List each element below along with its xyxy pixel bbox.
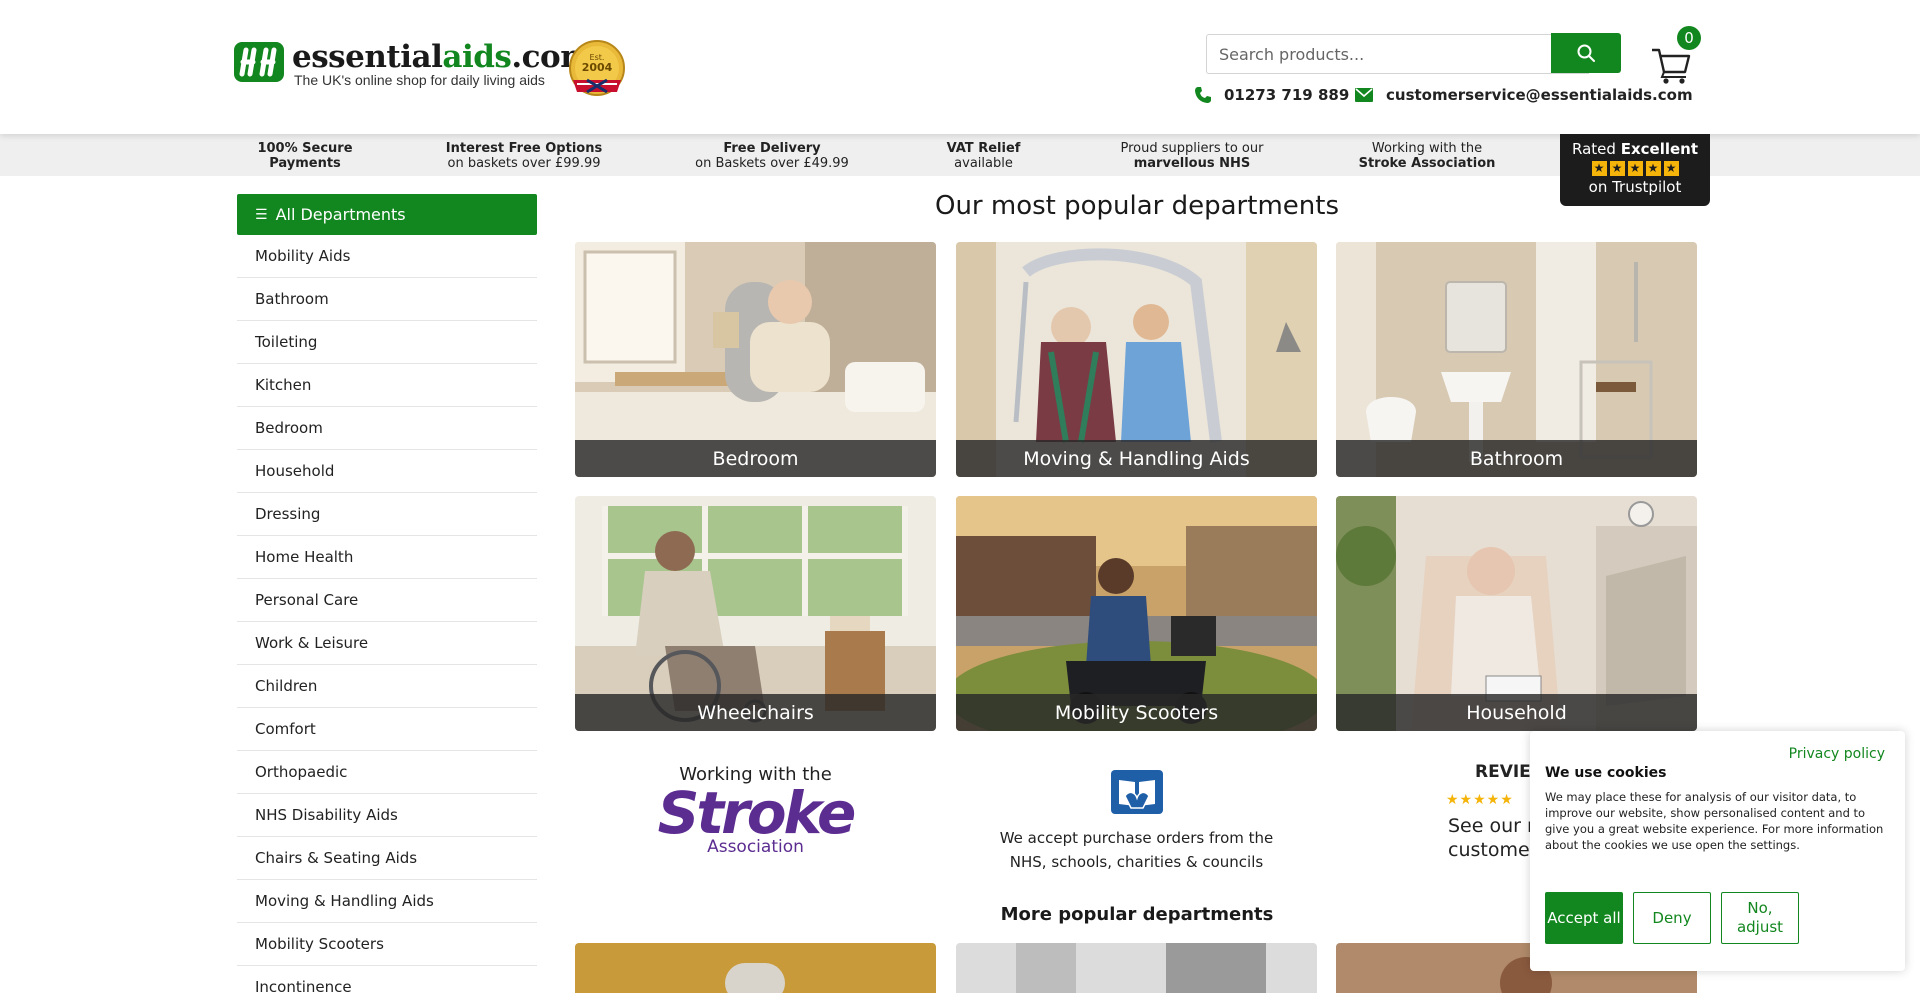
sidebar-item-mobility-aids[interactable]: Mobility Aids	[237, 235, 537, 278]
logo-tagline: The UK's online shop for daily living ai…	[294, 72, 545, 88]
sidebar-item-household[interactable]: Household	[237, 450, 537, 493]
star-icon: ★	[1645, 161, 1661, 176]
sidebar-item-mobility-scooters[interactable]: Mobility Scooters	[237, 923, 537, 966]
sidebar-item-chairs-seating[interactable]: Chairs & Seating Aids	[237, 837, 537, 880]
sidebar-item-nhs-disability-aids[interactable]: NHS Disability Aids	[237, 794, 537, 837]
department-tile-more-1[interactable]	[575, 943, 936, 993]
usp-secure-payments: 100% Secure Payments	[257, 141, 353, 171]
svg-text:2004: 2004	[582, 61, 613, 74]
department-tile-bedroom[interactable]: Bedroom	[575, 242, 936, 477]
department-list: Mobility Aids Bathroom Toileting Kitchen…	[237, 235, 537, 993]
star-icon: ★	[1591, 161, 1607, 176]
usp-free-delivery: Free Delivery on Baskets over £49.99	[695, 141, 849, 171]
tile-label: Bedroom	[575, 440, 936, 477]
sidebar-item-kitchen[interactable]: Kitchen	[237, 364, 537, 407]
sidebar-item-bathroom[interactable]: Bathroom	[237, 278, 537, 321]
tile-label: Bathroom	[1336, 440, 1697, 477]
sidebar-item-incontinence[interactable]: Incontinence	[237, 966, 537, 993]
department-tile-mobility-scooters[interactable]: Mobility Scooters	[956, 496, 1317, 731]
usp-stroke-association: Working with the Stroke Association	[1358, 141, 1496, 171]
tile-label: Moving & Handling Aids	[956, 440, 1317, 477]
department-tile-wheelchairs[interactable]: Wheelchairs	[575, 496, 936, 731]
sidebar-item-home-health[interactable]: Home Health	[237, 536, 537, 579]
search-button[interactable]	[1551, 33, 1621, 73]
department-tile-bathroom[interactable]: Bathroom	[1336, 242, 1697, 477]
sidebar-item-comfort[interactable]: Comfort	[237, 708, 537, 751]
search-icon	[1577, 44, 1595, 62]
privacy-policy-link[interactable]: Privacy policy	[1789, 746, 1885, 762]
tile-label: Household	[1336, 694, 1697, 731]
email-contact[interactable]: customerservice@essentialaids.com	[1354, 86, 1693, 104]
usp-nhs: Proud suppliers to our marvellous NHS	[1120, 141, 1264, 171]
page-title: Our most popular departments	[934, 191, 1339, 221]
sidebar-item-toileting[interactable]: Toileting	[237, 321, 537, 364]
est-2004-badge: Est. 2004	[569, 40, 625, 96]
stroke-association-logo[interactable]: Working with the Stroke Association	[575, 764, 936, 857]
trustpilot-stars: ★ ★ ★ ★ ★	[1560, 161, 1710, 176]
phone-contact[interactable]: 01273 719 889	[1194, 86, 1349, 104]
sidebar-item-personal-care[interactable]: Personal Care	[237, 579, 537, 622]
tile-label: Wheelchairs	[575, 694, 936, 731]
trustpilot-badge[interactable]: Rated Excellent ★ ★ ★ ★ ★ on Trustpilot	[1560, 134, 1710, 206]
cookie-description: We may place these for analysis of our v…	[1545, 790, 1884, 852]
usp-vat-relief: VAT Relief available	[946, 141, 1021, 171]
accept-all-button[interactable]: Accept all	[1545, 892, 1623, 944]
star-icon: ★	[1609, 161, 1625, 176]
department-tile-more-2[interactable]	[956, 943, 1317, 993]
po-line-2: NHS, schools, charities & councils	[1009, 853, 1264, 871]
department-tile-moving-handling[interactable]: Moving & Handling Aids	[956, 242, 1317, 477]
email-address: customerservice@essentialaids.com	[1386, 86, 1693, 104]
bars-icon: ☰	[255, 206, 268, 223]
logo-wordmark: essentialaids.com	[292, 39, 593, 75]
sidebar-item-work-leisure[interactable]: Work & Leisure	[237, 622, 537, 665]
purchase-orders-info: We accept purchase orders from the NHS, s…	[956, 768, 1317, 874]
cart-icon[interactable]	[1650, 44, 1692, 86]
stroke-association-text: Association	[707, 837, 804, 857]
cookie-consent-dialog: Privacy policy We use cookies We may pla…	[1530, 731, 1905, 971]
department-image	[575, 943, 936, 993]
adjust-button[interactable]: No, adjust	[1721, 892, 1799, 944]
sidebar-item-bedroom[interactable]: Bedroom	[237, 407, 537, 450]
sidebar-item-dressing[interactable]: Dressing	[237, 493, 537, 536]
search-input[interactable]	[1206, 34, 1589, 74]
site-header: essentialaids.com The UK's online shop f…	[0, 0, 1920, 134]
phone-number: 01273 719 889	[1224, 86, 1350, 104]
star-icon: ★	[1663, 161, 1679, 176]
department-image	[956, 943, 1317, 993]
tile-label: Mobility Scooters	[956, 694, 1317, 731]
po-line-1: We accept purchase orders from the	[999, 829, 1274, 847]
cookie-title: We use cookies	[1545, 765, 1667, 781]
sidebar-item-children[interactable]: Children	[237, 665, 537, 708]
logo-mark-icon	[234, 42, 284, 82]
sidebar-item-moving-handling[interactable]: Moving & Handling Aids	[237, 880, 537, 923]
envelope-icon	[1355, 88, 1373, 102]
all-departments-button[interactable]: ☰ All Departments	[237, 194, 537, 235]
deny-button[interactable]: Deny	[1633, 892, 1711, 944]
usp-interest-free: Interest Free Options on baskets over £99…	[445, 141, 603, 171]
sidebar-item-orthopaedic[interactable]: Orthopaedic	[237, 751, 537, 794]
stroke-wordmark: Stroke	[657, 779, 857, 847]
site-logo[interactable]: essentialaids.com The UK's online shop f…	[232, 40, 593, 88]
department-tile-household[interactable]: Household	[1336, 496, 1697, 731]
star-icon: ★	[1627, 161, 1643, 176]
phone-icon	[1195, 87, 1211, 103]
cart-count-badge: 0	[1677, 26, 1701, 50]
open-book-hands-icon	[1110, 770, 1163, 814]
